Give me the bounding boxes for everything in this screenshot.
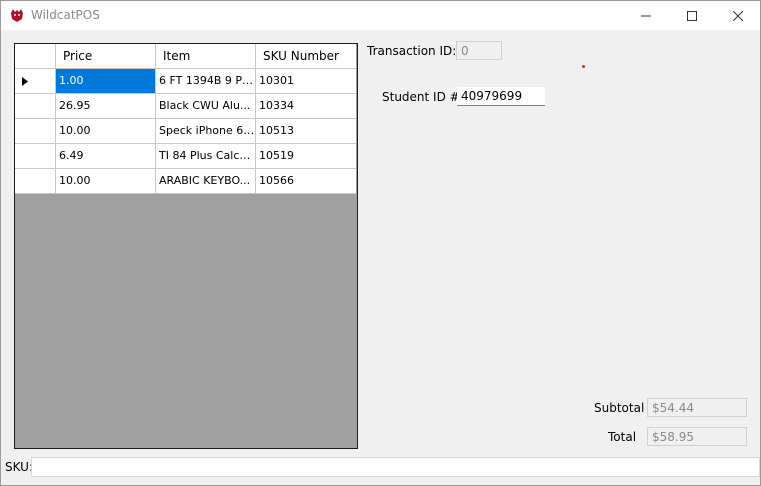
column-header-sku[interactable]: SKU Number [256, 44, 356, 69]
item-cell[interactable]: TI 84 Plus Calcu... [156, 144, 256, 169]
price-cell[interactable]: 10.00 [56, 119, 156, 144]
transaction-id-field: 0 [456, 41, 502, 60]
row-header[interactable] [15, 69, 56, 94]
minimize-icon [641, 15, 651, 16]
item-cell[interactable]: Black CWU Alu... [156, 94, 256, 119]
sku-input[interactable] [31, 457, 760, 477]
maximize-icon [687, 10, 697, 21]
price-cell[interactable]: 1.00 [56, 69, 156, 94]
student-id-label: Student ID # [382, 90, 460, 104]
items-grid[interactable]: Price Item SKU Number 1.00 6 FT 1394B 9 … [14, 43, 358, 449]
table-row[interactable]: 1.00 6 FT 1394B 9 PI... 10301 [15, 69, 356, 94]
student-id-input[interactable]: 40979699 [457, 87, 545, 106]
row-header[interactable] [15, 144, 56, 169]
item-cell[interactable]: Speck iPhone 6 ... [156, 119, 256, 144]
subtotal-field: $54.44 [647, 398, 747, 417]
sku-label: SKU: [5, 460, 33, 474]
total-label: Total [608, 430, 637, 444]
row-header-corner[interactable] [15, 44, 56, 69]
row-header[interactable] [15, 94, 56, 119]
current-row-arrow-icon [22, 77, 28, 86]
table-row[interactable]: 10.00 Speck iPhone 6 ... 10513 [15, 119, 356, 144]
minimize-button[interactable] [623, 1, 669, 30]
window-title: WildcatPOS [31, 8, 100, 22]
table-row[interactable]: 6.49 TI 84 Plus Calcu... 10519 [15, 144, 356, 169]
close-icon [733, 10, 743, 21]
transaction-id-label: Transaction ID: [367, 44, 457, 58]
table-row[interactable]: 10.00 ARABIC KEYBO... 10566 [15, 169, 356, 194]
grid-header: Price Item SKU Number [15, 44, 356, 69]
row-header[interactable] [15, 169, 56, 194]
item-cell[interactable]: 6 FT 1394B 9 PI... [156, 69, 256, 94]
price-cell[interactable]: 6.49 [56, 144, 156, 169]
row-header[interactable] [15, 119, 56, 144]
table-row[interactable]: 26.95 Black CWU Alu... 10334 [15, 94, 356, 119]
column-header-price[interactable]: Price [56, 44, 156, 69]
total-field: $58.95 [647, 427, 747, 446]
close-button[interactable] [715, 1, 761, 30]
sku-cell[interactable]: 10566 [256, 169, 356, 194]
wildcat-logo-icon [11, 9, 23, 22]
app-window: WildcatPOS Price Item SKU Number 1.00 6 … [0, 0, 761, 486]
sku-cell[interactable]: 10301 [256, 69, 356, 94]
column-header-item[interactable]: Item [156, 44, 256, 69]
sku-bar: SKU: [1, 455, 760, 477]
price-cell[interactable]: 26.95 [56, 94, 156, 119]
red-dot-marker [582, 65, 585, 68]
item-cell[interactable]: ARABIC KEYBO... [156, 169, 256, 194]
price-cell[interactable]: 10.00 [56, 169, 156, 194]
maximize-button[interactable] [669, 1, 715, 30]
subtotal-label: Subtotal [594, 401, 645, 415]
title-bar[interactable]: WildcatPOS [1, 1, 760, 30]
sku-cell[interactable]: 10519 [256, 144, 356, 169]
sku-cell[interactable]: 10334 [256, 94, 356, 119]
sku-cell[interactable]: 10513 [256, 119, 356, 144]
